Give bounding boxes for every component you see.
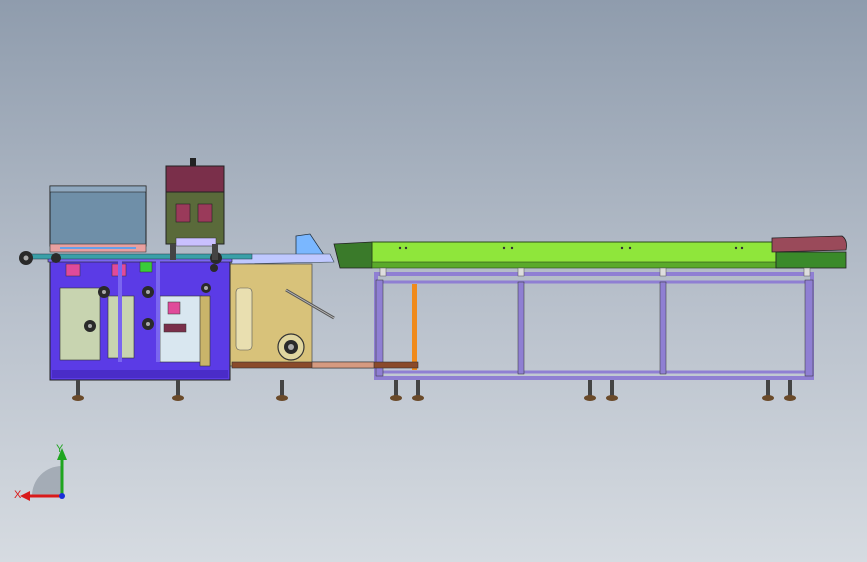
base-rail-light bbox=[311, 361, 375, 369]
frame-post-0 bbox=[375, 279, 384, 377]
frame-post-2 bbox=[659, 281, 667, 375]
main-body[interactable] bbox=[47, 255, 233, 381]
control-cabinet[interactable] bbox=[49, 185, 147, 253]
frame-outer bbox=[374, 272, 814, 380]
y-axis-label: Y bbox=[56, 443, 64, 455]
orientation-triad: Y X bbox=[14, 443, 67, 501]
machine-model[interactable] bbox=[0, 0, 867, 562]
triad-plane bbox=[32, 466, 62, 496]
conveyor-belt[interactable] bbox=[333, 241, 847, 277]
body-feet bbox=[72, 380, 288, 401]
orange-post bbox=[412, 284, 417, 370]
frame-post-3 bbox=[804, 279, 814, 377]
end-cover[interactable] bbox=[771, 235, 847, 253]
cad-viewport[interactable]: Y X bbox=[0, 0, 867, 562]
conveyor-feet bbox=[390, 380, 796, 401]
frame-post-1 bbox=[517, 281, 525, 375]
z-axis bbox=[59, 493, 65, 499]
conveyor-frame[interactable] bbox=[374, 272, 814, 380]
x-axis-label: X bbox=[14, 489, 22, 501]
hopper-unit[interactable] bbox=[165, 158, 225, 260]
